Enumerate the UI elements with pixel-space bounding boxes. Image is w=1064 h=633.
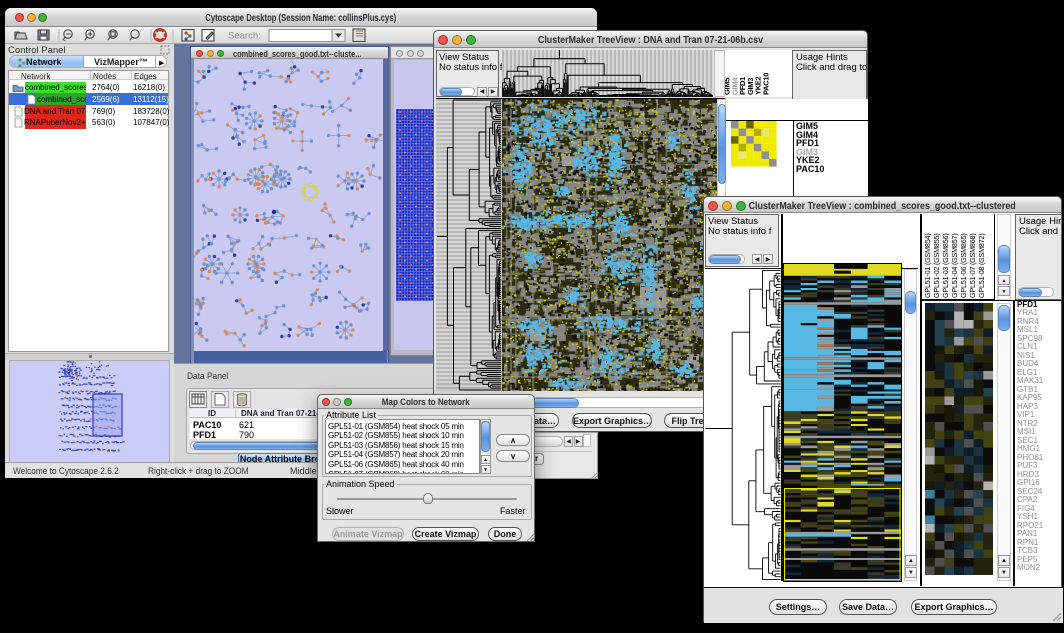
svg-text:GPL51-04 (GSM857): GPL51-04 (GSM857): [950, 233, 959, 298]
svg-text:PAC10: PAC10: [762, 73, 771, 95]
svg-text:GPL51-01 (GSM854): GPL51-01 (GSM854): [923, 233, 932, 298]
svg-text:GPL51-08 (GSM872): GPL51-08 (GSM872): [977, 233, 986, 298]
svg-text:GPL51-03 (GSM856): GPL51-03 (GSM856): [941, 233, 950, 298]
svg-text:Search:: Search:: [228, 31, 261, 42]
svg-text:GPL51-07 (GSM868): GPL51-07 (GSM868): [968, 233, 977, 298]
svg-text:GPL51-02 (GSM855): GPL51-02 (GSM855): [932, 233, 941, 298]
svg-text:GPL51-06 (GSM865): GPL51-06 (GSM865): [959, 233, 968, 298]
